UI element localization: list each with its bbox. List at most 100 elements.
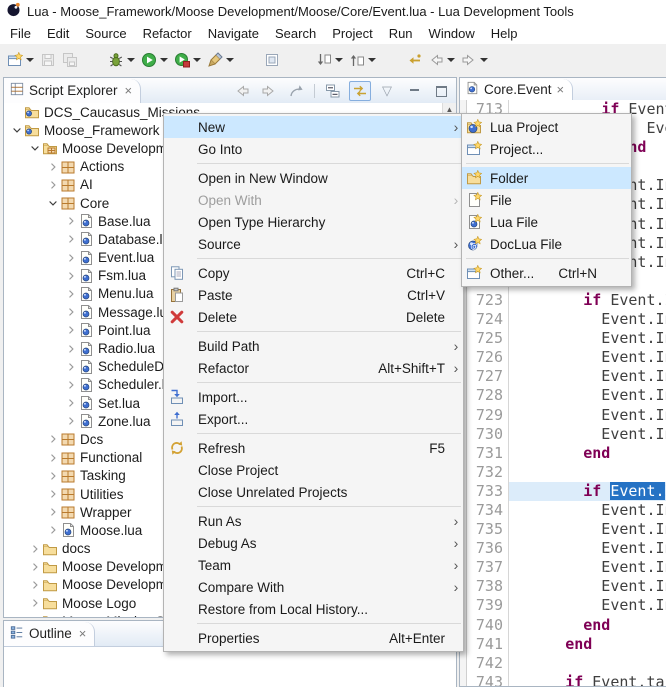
chevron-right-icon[interactable] [46,177,60,193]
chevron-right-icon[interactable] [64,250,78,266]
chevron-right-icon[interactable] [28,577,42,593]
menu-item-go-into[interactable]: Go Into [164,138,463,160]
menu-item-doclua-file[interactable]: @DocLua File [462,233,631,255]
chevron-right-icon[interactable] [64,377,78,393]
dropdown-arrow-icon[interactable] [447,58,455,62]
chevron-right-icon[interactable] [64,231,78,247]
menu-item-delete[interactable]: DeleteDelete [164,306,463,328]
menu-item-export[interactable]: Export... [164,408,463,430]
chevron-right-icon[interactable] [28,613,42,617]
chevron-right-icon[interactable] [64,268,78,284]
chevron-right-icon[interactable] [64,286,78,302]
menu-item-new[interactable]: New› [164,116,463,138]
menu-item-folder[interactable]: Folder [462,167,631,189]
forward-nav-button[interactable] [258,81,280,101]
code-line-740[interactable]: 740 end [467,616,666,635]
menu-window[interactable]: Window [421,24,483,43]
dropdown-arrow-icon[interactable] [193,58,201,62]
menu-source[interactable]: Source [77,24,134,43]
tab-script-explorer[interactable]: Script Explorer × [4,79,141,103]
back-nav-button[interactable] [231,81,253,101]
new-wizard-button[interactable] [4,47,37,73]
tab-core-event[interactable]: Core.Event × [460,79,573,100]
menu-edit[interactable]: Edit [39,24,77,43]
chevron-down-icon[interactable] [46,195,60,211]
code-line-730[interactable]: 730 Event.IniCoalition = Event.IniDCSUni… [467,425,666,444]
chevron-right-icon[interactable] [46,431,60,447]
dropdown-arrow-icon[interactable] [335,58,343,62]
menu-refactor[interactable]: Refactor [135,24,200,43]
code-line-736[interactable]: 736 Event.IniUnitName = Event.IniDCSUnit… [467,539,666,558]
menu-help[interactable]: Help [483,24,526,43]
code-line-724[interactable]: 724 Event.IniDCSUnit = Event.initiator [467,310,666,329]
show-whitespace-button[interactable] [283,47,289,73]
chevron-right-icon[interactable] [46,486,60,502]
code-line-738[interactable]: 738 Event.IniCategory = Event.IniDCSUnit… [467,577,666,596]
chevron-right-icon[interactable] [46,159,60,175]
menu-item-run-as[interactable]: Run As› [164,510,463,532]
menu-item-compare-with[interactable]: Compare With› [164,576,463,598]
chevron-right-icon[interactable] [28,595,42,611]
menu-navigate[interactable]: Navigate [200,24,267,43]
dropdown-arrow-icon[interactable] [368,58,376,62]
menu-item-file[interactable]: File [462,189,631,211]
menu-item-refactor[interactable]: RefactorAlt+Shift+T› [164,357,463,379]
menu-item-lua-file[interactable]: Lua File [462,211,631,233]
code-line-735[interactable]: 735 Event.IniDCSUnitName = Event.IniDCSU… [467,520,666,539]
chevron-down-icon[interactable] [10,122,24,138]
code-line-734[interactable]: 734 Event.IniDCSUnit = Event.initiator [467,501,666,520]
run-last-button[interactable] [171,47,204,73]
menu-item-properties[interactable]: PropertiesAlt+Enter [164,627,463,649]
menu-item-project[interactable]: Project... [462,138,631,160]
code-line-743[interactable]: 743 if Event.target then [467,673,666,686]
menu-item-import[interactable]: Import... [164,386,463,408]
chevron-right-icon[interactable] [46,522,60,538]
chevron-down-icon[interactable] [28,140,42,156]
maximize-button[interactable] [430,81,452,101]
code-line-728[interactable]: 728 Event.IniCategory = Event.IniDCSUnit… [467,386,666,405]
dropdown-arrow-icon[interactable] [160,58,168,62]
chevron-right-icon[interactable] [64,341,78,357]
chevron-right-icon[interactable] [64,304,78,320]
chevron-right-icon[interactable] [46,468,60,484]
forward-button[interactable] [458,47,491,73]
dropdown-arrow-icon[interactable] [127,58,135,62]
chevron-right-icon[interactable] [28,541,42,557]
menu-item-build-path[interactable]: Build Path› [164,335,463,357]
chevron-right-icon[interactable] [64,213,78,229]
code-line-739[interactable]: 739 Event.IniTypeName = Event.IniDCSUnit… [467,596,666,615]
code-line-732[interactable]: 732 [467,463,666,482]
code-line-733[interactable]: 733 if Event.IniObjectCategory == Object… [467,482,666,501]
back-button[interactable] [425,47,458,73]
chevron-right-icon[interactable] [64,322,78,338]
run-button[interactable] [138,47,171,73]
chevron-right-icon[interactable] [64,395,78,411]
collapse-all-button[interactable] [322,81,344,101]
menu-item-close-unrelated-projects[interactable]: Close Unrelated Projects [164,481,463,503]
close-icon[interactable]: × [557,82,565,97]
menu-item-source[interactable]: Source› [164,233,463,255]
format-brush-button[interactable] [204,47,237,73]
menu-item-refresh[interactable]: RefreshF5 [164,437,463,459]
close-icon[interactable]: × [125,83,133,98]
code-line-725[interactable]: 725 Event.IniDCSUnitName = Event.IniDCSU… [467,329,666,348]
up-nav-button[interactable] [285,81,307,101]
chevron-right-icon[interactable] [64,359,78,375]
previous-annotation-button[interactable] [346,47,379,73]
menu-item-other[interactable]: Other...Ctrl+N [462,262,631,284]
view-menu-button[interactable]: ▽ [376,81,398,101]
code-line-737[interactable]: 737 Event.IniUnit = SCENERY:Register( Ev… [467,558,666,577]
menu-item-team[interactable]: Team› [164,554,463,576]
debug-button[interactable] [105,47,138,73]
dropdown-arrow-icon[interactable] [226,58,234,62]
chevron-right-icon[interactable] [28,559,42,575]
code-line-742[interactable]: 742 [467,654,666,673]
menu-item-debug-as[interactable]: Debug As› [164,532,463,554]
link-with-editor-button[interactable] [349,81,371,101]
chevron-right-icon[interactable] [46,504,60,520]
tab-outline[interactable]: Outline × [4,622,95,646]
menu-item-copy[interactable]: CopyCtrl+C [164,262,463,284]
menu-search[interactable]: Search [267,24,324,43]
menu-project[interactable]: Project [324,24,380,43]
dropdown-arrow-icon[interactable] [480,58,488,62]
